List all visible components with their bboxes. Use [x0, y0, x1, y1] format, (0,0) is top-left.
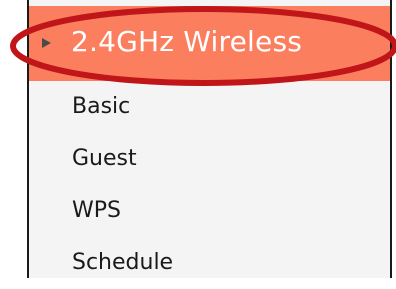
submenu-list: Basic Guest WPS Schedule	[29, 81, 390, 289]
wireless-menu-panel: 2.4GHz Wireless Basic Guest WPS Schedule	[27, 0, 392, 278]
menu-item-basic[interactable]: Basic	[29, 81, 390, 133]
menu-item-guest[interactable]: Guest	[29, 133, 390, 185]
menu-item-wps[interactable]: WPS	[29, 185, 390, 237]
triangle-right-icon	[42, 38, 51, 48]
menu-item-schedule[interactable]: Schedule	[29, 237, 390, 289]
menu-header-label: 2.4GHz Wireless	[71, 25, 303, 58]
menu-header-2-4ghz-wireless[interactable]: 2.4GHz Wireless	[29, 6, 390, 81]
